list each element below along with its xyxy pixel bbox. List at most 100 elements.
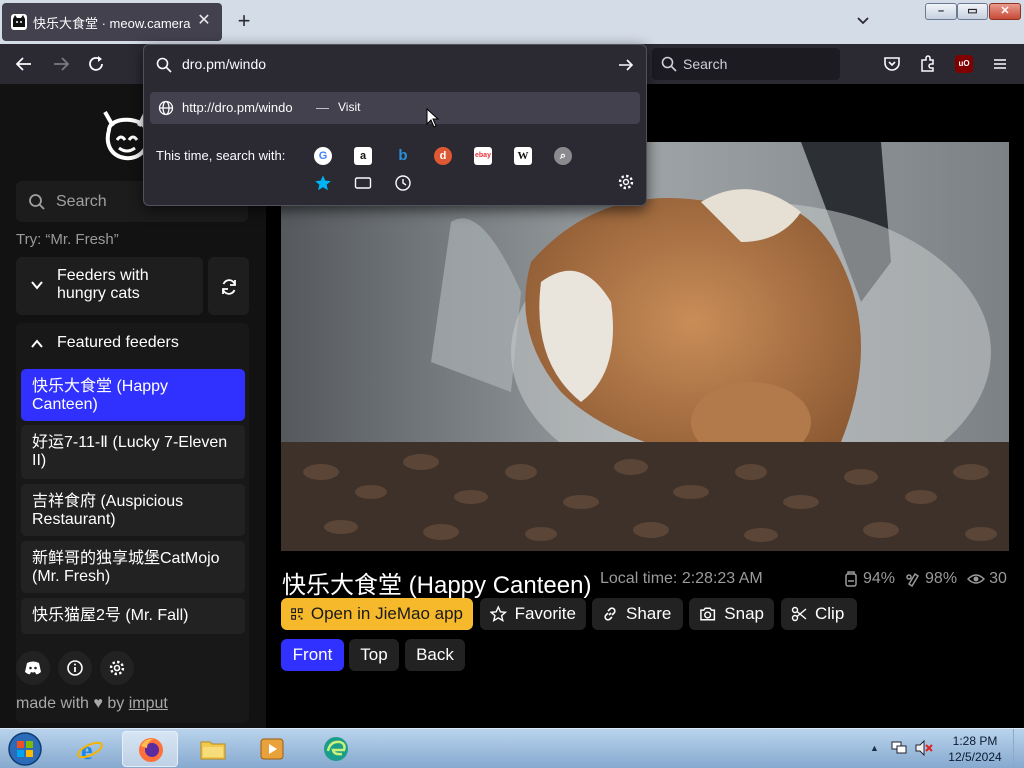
search-placeholder: Search	[683, 56, 728, 72]
tab-list-button[interactable]	[855, 12, 873, 30]
wikipedia-engine-icon[interactable]: W	[514, 147, 532, 165]
search-with-label: This time, search with:	[156, 148, 286, 163]
scissors-icon	[791, 606, 807, 622]
google-engine-icon[interactable]: G	[314, 147, 332, 165]
clip-button[interactable]: Clip	[781, 598, 857, 630]
url-input[interactable]: dro.pm/windo	[182, 56, 266, 72]
taskbar-file-explorer[interactable]	[185, 731, 241, 767]
browser-tab[interactable]: 快乐大食堂 · meow.camera ✕	[2, 3, 222, 41]
urlbar-dropdown: dro.pm/windo http://dro.pm/windo — Visit…	[143, 44, 647, 206]
chevron-down-icon	[857, 17, 869, 25]
internet-explorer-icon: e	[77, 736, 103, 763]
duckduckgo-engine-icon[interactable]: d	[434, 147, 452, 165]
suggestion-action: Visit	[338, 100, 361, 114]
camera-icon	[700, 607, 716, 621]
ublock-icon[interactable]: uO	[955, 55, 973, 73]
start-button[interactable]	[6, 731, 46, 767]
browser-titlebar: 快乐大食堂 · meow.camera ✕ + – ▭ ✕	[0, 0, 1024, 44]
qr-code-icon	[291, 608, 303, 620]
network-icon[interactable]	[890, 740, 908, 756]
taskbar-clock-date[interactable]: 12/5/2024	[942, 750, 1008, 764]
feeder-item-mr-fresh[interactable]: 新鲜哥的独享城堡CatMojo (Mr. Fresh)	[21, 541, 245, 593]
bing-engine-icon[interactable]: b	[394, 147, 412, 165]
taskbar-internet-explorer[interactable]: e	[62, 731, 118, 767]
search-settings-gear-icon[interactable]	[617, 173, 635, 191]
chevron-down-icon	[31, 281, 43, 290]
feeder-item-happy-canteen[interactable]: 快乐大食堂 (Happy Canteen)	[21, 369, 245, 421]
food-level-icon	[845, 571, 857, 587]
reload-icon[interactable]	[86, 54, 106, 74]
snap-button[interactable]: Snap	[689, 598, 774, 630]
camera-view-front[interactable]: Front	[281, 639, 344, 671]
taskbar-firefox[interactable]	[122, 731, 178, 767]
featured-feeders-label: Featured feeders	[57, 334, 179, 351]
firefox-icon	[139, 738, 163, 762]
discord-icon[interactable]	[16, 651, 50, 685]
folder-icon	[200, 741, 226, 760]
camera-title: 快乐大食堂 (Happy Canteen)	[282, 572, 592, 599]
favorite-button[interactable]: Favorite	[480, 598, 586, 630]
hungry-feeders-label: Feeders with hungry cats	[57, 267, 149, 302]
local-time: Local time: 2:28:23 AM	[600, 570, 763, 587]
back-icon[interactable]	[14, 54, 34, 74]
url-bar[interactable]: dro.pm/windo	[144, 45, 646, 85]
hungry-feeders-toggle[interactable]: Feeders with hungry cats	[16, 257, 203, 315]
search-icon	[29, 193, 45, 210]
share-button[interactable]: Share	[592, 598, 683, 630]
viewers-count: 30	[989, 570, 1007, 587]
tab-title: 快乐大食堂 · meow.camera	[33, 15, 191, 31]
suggestion-url: http://dro.pm/windo	[182, 100, 293, 115]
window-minimize-button[interactable]: –	[925, 3, 957, 20]
amazon-engine-icon[interactable]: a	[354, 147, 372, 165]
taskbar-clock-time[interactable]: 1:28 PM	[942, 734, 1008, 748]
viewers-eye-icon	[967, 574, 986, 584]
browser-search-bar[interactable]: Search	[652, 48, 840, 80]
taskbar-media-player[interactable]	[244, 731, 300, 767]
cat-favicon-icon	[11, 14, 27, 30]
history-clock-icon[interactable]	[394, 174, 412, 192]
taskbar-edge[interactable]	[308, 731, 364, 767]
refresh-button[interactable]	[208, 257, 249, 315]
tray-expand-icon[interactable]: ▲	[870, 743, 879, 753]
search-icon	[661, 56, 677, 72]
window-maximize-button[interactable]: ▭	[957, 3, 988, 20]
pocket-icon[interactable]	[882, 54, 902, 74]
menu-icon[interactable]	[990, 54, 1010, 74]
camera-view-top[interactable]: Top	[349, 639, 399, 671]
feeder-item-auspicious-restaurant[interactable]: 吉祥食府 (Auspicious Restaurant)	[21, 484, 245, 536]
window-close-button[interactable]: ✕	[989, 3, 1021, 20]
settings-icon[interactable]	[100, 651, 134, 685]
featured-feeders-toggle[interactable]: Featured feeders	[16, 323, 249, 365]
media-player-icon	[260, 738, 284, 760]
suggestion-separator: —	[316, 100, 329, 115]
ebay-engine-icon[interactable]: ebay	[474, 147, 492, 165]
feeder-item-lucky-7-eleven[interactable]: 好运7-11-Ⅱ (Lucky 7-Eleven II)	[21, 425, 245, 479]
battery-value: 98%	[925, 570, 958, 587]
info-icon[interactable]	[58, 651, 92, 685]
edge-icon	[324, 737, 348, 761]
made-with-credit: made with ♥ by imput	[16, 695, 168, 712]
new-tab-button[interactable]: +	[233, 10, 255, 32]
forward-icon[interactable]	[51, 54, 71, 74]
search-hint: Try: “Mr. Fresh”	[16, 231, 119, 248]
feeder-item-mr-fall[interactable]: 快乐猫屋2号 (Mr. Fall)	[21, 598, 245, 634]
url-suggestion-item[interactable]: http://dro.pm/windo — Visit	[150, 92, 640, 124]
volume-muted-icon[interactable]	[914, 740, 934, 756]
feeder-stats: 94% 98% 30	[843, 570, 1007, 588]
search-engine-icon[interactable]: ⌕	[554, 147, 572, 165]
heart-icon: ♥	[93, 695, 103, 712]
bookmarks-star-icon[interactable]	[314, 174, 332, 192]
link-icon	[604, 607, 616, 621]
feeder-search-placeholder: Search	[56, 192, 107, 210]
extensions-icon[interactable]	[918, 54, 938, 74]
camera-view-back[interactable]: Back	[405, 639, 465, 671]
search-icon	[156, 57, 172, 73]
author-link[interactable]: imput	[129, 695, 168, 712]
tab-close-icon[interactable]: ✕	[196, 13, 212, 29]
mouse-cursor-icon	[426, 108, 440, 128]
show-desktop-button[interactable]	[1013, 729, 1024, 768]
chevron-up-icon	[31, 339, 43, 348]
star-icon	[490, 605, 507, 623]
tabs-icon[interactable]	[354, 174, 372, 192]
open-in-app-button[interactable]: Open in JieMao app	[281, 598, 473, 630]
